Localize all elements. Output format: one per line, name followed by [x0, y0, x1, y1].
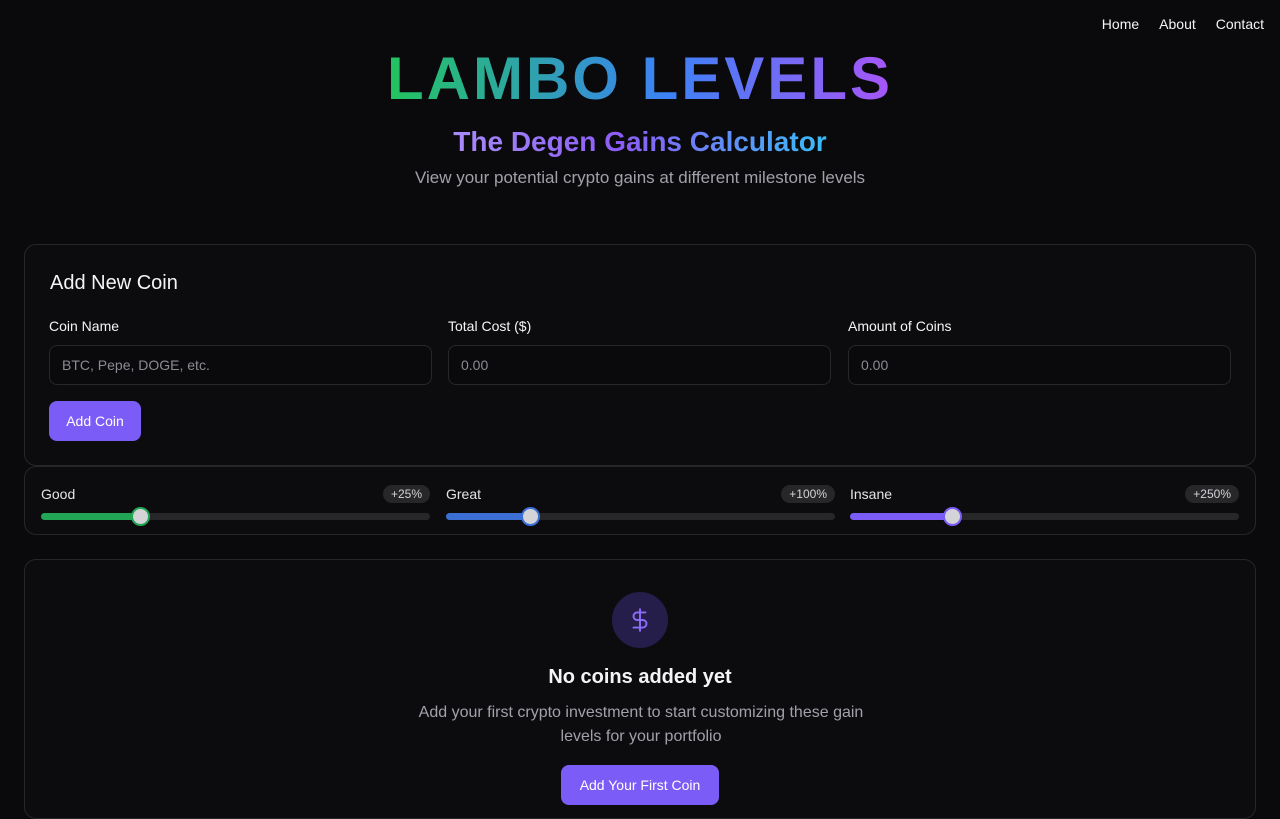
amount-of-coins-field: Amount of Coins: [848, 318, 1231, 385]
empty-state-card: No coins added yet Add your first crypto…: [24, 559, 1256, 819]
gain-levels-card: Good +25% Great +100% Insane +250%: [24, 466, 1256, 535]
level-good-slider[interactable]: [41, 507, 430, 526]
nav-about-link[interactable]: About: [1159, 16, 1196, 32]
level-insane-badge: +250%: [1185, 485, 1239, 503]
total-cost-field: Total Cost ($): [448, 318, 831, 385]
level-great-slider-thumb[interactable]: [520, 507, 540, 526]
level-great-label: Great: [446, 486, 482, 502]
total-cost-label: Total Cost ($): [448, 318, 532, 334]
level-insane-slider[interactable]: [850, 507, 1239, 526]
level-great: Great +100%: [446, 484, 835, 526]
level-good-badge: +25%: [382, 485, 430, 503]
nav-home-link[interactable]: Home: [1102, 16, 1139, 32]
level-great-badge: +100%: [781, 485, 835, 503]
amount-of-coins-input[interactable]: [848, 345, 1231, 385]
level-great-slider-fill: [446, 513, 530, 520]
coin-name-input[interactable]: [49, 345, 432, 385]
level-good-slider-thumb[interactable]: [131, 507, 151, 526]
nav-contact-link[interactable]: Contact: [1216, 16, 1264, 32]
add-coin-heading: Add New Coin: [50, 272, 178, 294]
coin-name-field: Coin Name: [49, 318, 432, 385]
page-title: LAMBO LEVELS: [386, 45, 893, 112]
add-coin-card: Add New Coin Coin Name Total Cost ($) Am…: [24, 244, 1256, 466]
amount-of-coins-label: Amount of Coins: [848, 318, 952, 334]
level-great-slider[interactable]: [446, 507, 835, 526]
level-insane-label: Insane: [850, 486, 893, 502]
total-cost-input[interactable]: [448, 345, 831, 385]
level-good: Good +25%: [41, 484, 430, 526]
level-insane: Insane +250%: [850, 484, 1239, 526]
dollar-icon: [612, 592, 668, 648]
top-nav: Home About Contact: [1102, 16, 1264, 32]
empty-state-title: No coins added yet: [548, 666, 732, 688]
empty-state-description: Add your first crypto investment to star…: [418, 704, 864, 745]
add-first-coin-button[interactable]: Add Your First Coin: [561, 765, 719, 805]
level-good-label: Good: [41, 486, 76, 502]
level-insane-slider-thumb[interactable]: [942, 507, 962, 526]
coin-name-label: Coin Name: [49, 318, 120, 334]
level-good-slider-fill: [41, 513, 141, 520]
hero: LAMBO LEVELS The Degen Gains Calculator …: [0, 44, 1280, 190]
level-insane-slider-fill: [850, 513, 952, 520]
page-subtitle: The Degen Gains Calculator: [453, 122, 826, 162]
page-description: View your potential crypto gains at diff…: [414, 168, 866, 187]
add-coin-button[interactable]: Add Coin: [49, 401, 141, 441]
